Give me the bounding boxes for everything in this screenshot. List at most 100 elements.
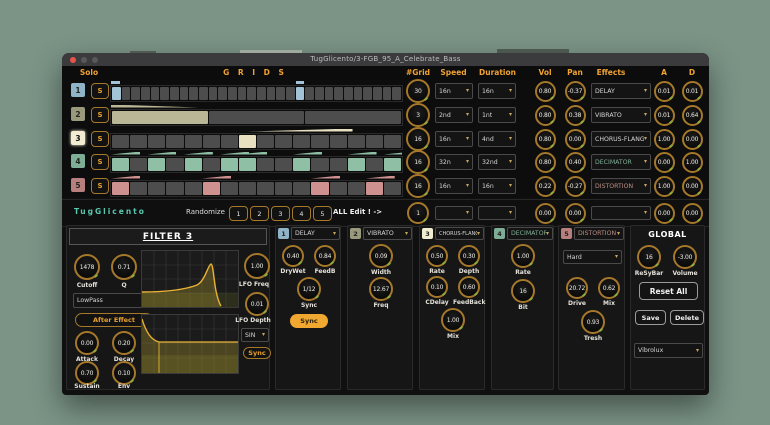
step-cell[interactable] [296, 87, 305, 100]
step-cell[interactable] [221, 182, 238, 195]
drive-knob[interactable]: 20.72 [566, 277, 588, 299]
all-edit-pan-knob[interactable]: 0.00 [565, 203, 586, 224]
step-cell[interactable] [286, 87, 295, 100]
step-grid[interactable] [110, 151, 403, 173]
step-cell[interactable] [148, 158, 165, 171]
row-attack-knob[interactable]: 1.00 [654, 176, 675, 197]
step-cell[interactable] [275, 135, 292, 148]
row-decay-knob[interactable]: 0.00 [682, 176, 703, 197]
step-cell[interactable] [148, 182, 165, 195]
duration-dropdown[interactable]: 32nd▾ [478, 154, 516, 170]
pan-knob[interactable]: 0.38 [565, 105, 586, 126]
effects-dropdown[interactable]: DELAY▾ [591, 83, 651, 99]
step-cell[interactable] [189, 87, 198, 100]
row-number[interactable]: 2 [71, 107, 85, 121]
step-cell[interactable] [257, 87, 266, 100]
step-cell[interactable] [203, 182, 220, 195]
freq-knob[interactable]: 12.67 [369, 277, 393, 301]
step-cell[interactable] [218, 87, 227, 100]
step-cell[interactable] [257, 158, 274, 171]
cdelay-knob[interactable]: 0.10 [426, 276, 448, 298]
step-grid[interactable] [110, 80, 403, 102]
row-attack-knob[interactable]: 1.00 [654, 129, 675, 150]
step-cell[interactable] [276, 87, 285, 100]
row-decay-knob[interactable]: 0.00 [682, 129, 703, 150]
grid-count-knob[interactable]: 16 [406, 174, 430, 198]
lfo-wave-dropdown[interactable]: SIN▾ [241, 328, 269, 342]
sustain-knob[interactable]: 0.70 [75, 361, 99, 385]
step-cell[interactable] [151, 87, 160, 100]
step-cell[interactable] [305, 87, 314, 100]
row-number[interactable]: 1 [71, 83, 85, 97]
step-cell[interactable] [185, 158, 202, 171]
step-cell[interactable] [209, 87, 218, 100]
solo-button[interactable]: S [91, 154, 109, 170]
solo-button[interactable]: S [91, 83, 109, 99]
randomize-button-1[interactable]: 1 [229, 206, 248, 221]
effects-dropdown[interactable]: DECIMATOR▾ [591, 154, 651, 170]
step-cell[interactable] [311, 135, 328, 148]
drywet-knob[interactable]: 0.40 [282, 245, 304, 267]
step-cell[interactable] [315, 87, 324, 100]
speed-dropdown[interactable]: 2nd▾ [435, 107, 473, 123]
step-cell[interactable] [141, 87, 150, 100]
width-knob[interactable]: 0.09 [369, 244, 393, 268]
step-cell[interactable] [130, 158, 147, 171]
duration-dropdown[interactable]: 16n▾ [478, 83, 516, 99]
speed-dropdown[interactable]: 32n▾ [435, 154, 473, 170]
step-cell[interactable] [185, 182, 202, 195]
lfo-freq-knob[interactable]: 1.00 [244, 253, 270, 279]
all-edit-decay-knob[interactable]: 0.00 [682, 203, 703, 224]
step-cell[interactable] [239, 182, 256, 195]
step-cell[interactable] [130, 182, 147, 195]
depth-knob[interactable]: 0.30 [458, 245, 480, 267]
step-cell[interactable] [247, 87, 256, 100]
pan-knob[interactable]: 0.00 [565, 129, 586, 150]
mix-knob[interactable]: 1.00 [441, 308, 465, 332]
row-number[interactable]: 3 [71, 131, 85, 145]
vol-knob[interactable]: 0.80 [535, 105, 556, 126]
step-cell[interactable] [239, 135, 256, 148]
step-cell[interactable] [366, 182, 383, 195]
volume-knob[interactable]: -3.00 [673, 245, 697, 269]
step-cell[interactable] [221, 135, 238, 148]
reset-all-button[interactable]: Reset All [639, 282, 698, 300]
all-edit-effects-dropdown[interactable]: ▾ [591, 206, 651, 220]
grid-count-knob[interactable]: 3 [406, 103, 430, 127]
step-cell[interactable] [130, 135, 147, 148]
pan-knob[interactable]: -0.27 [565, 176, 586, 197]
step-cell[interactable] [209, 111, 305, 124]
step-cell[interactable] [257, 182, 274, 195]
step-cell[interactable] [203, 158, 220, 171]
row-decay-knob[interactable]: 1.00 [682, 152, 703, 173]
step-cell[interactable] [334, 87, 343, 100]
duration-dropdown[interactable]: 1nt▾ [478, 107, 516, 123]
step-cell[interactable] [330, 182, 347, 195]
step-cell[interactable] [330, 135, 347, 148]
env-knob[interactable]: 0.10 [112, 361, 136, 385]
step-cell[interactable] [203, 135, 220, 148]
effects-dropdown[interactable]: CHORUS-FLANGER▾ [591, 131, 651, 147]
attack-knob[interactable]: 0.00 [75, 331, 99, 355]
solo-button[interactable]: S [91, 107, 109, 123]
step-cell[interactable] [199, 87, 208, 100]
step-cell[interactable] [344, 87, 353, 100]
tresh-knob[interactable]: 0.93 [581, 310, 605, 334]
randomize-button-3[interactable]: 3 [271, 206, 290, 221]
all-edit-target-knob[interactable]: 1 [407, 202, 429, 224]
step-cell[interactable] [275, 182, 292, 195]
save-button[interactable]: Save [635, 310, 666, 325]
all-edit-speed-dropdown[interactable]: ▾ [435, 206, 473, 220]
resybar-knob[interactable]: 16 [637, 245, 661, 269]
row-attack-knob[interactable]: 0.01 [654, 81, 675, 102]
decay-knob[interactable]: 0.20 [112, 331, 136, 355]
step-cell[interactable] [257, 135, 274, 148]
solo-button[interactable]: S [91, 131, 109, 147]
lfo-sync-button[interactable]: Sync [243, 347, 271, 359]
step-cell[interactable] [383, 87, 392, 100]
solo-button[interactable]: S [91, 178, 109, 194]
speed-dropdown[interactable]: 16n▾ [435, 83, 473, 99]
effects-dropdown[interactable]: VIBRATO▾ [591, 107, 651, 123]
vol-knob[interactable]: 0.80 [535, 81, 556, 102]
rate-knob[interactable]: 0.50 [426, 245, 448, 267]
